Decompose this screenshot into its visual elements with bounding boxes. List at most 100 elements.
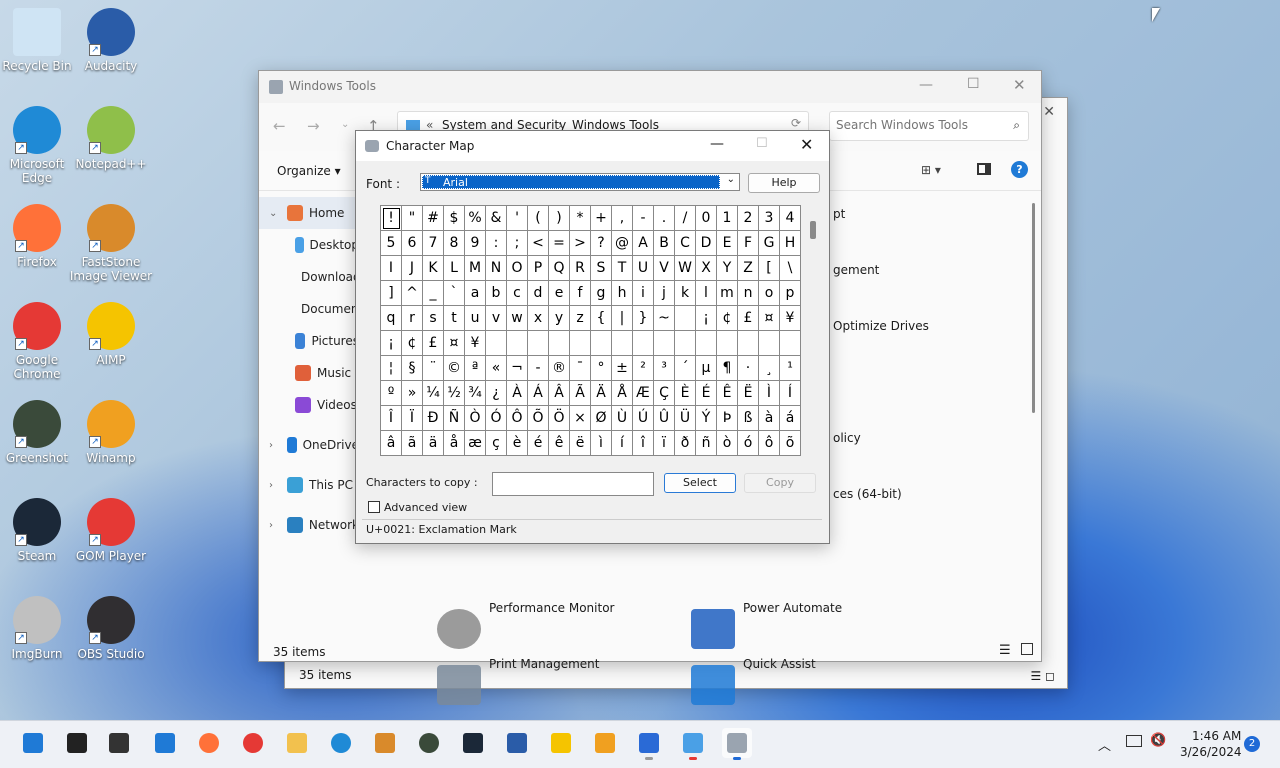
- char-cell[interactable]: ¦: [381, 356, 402, 381]
- char-cell[interactable]: &: [486, 206, 507, 231]
- char-cell[interactable]: z: [570, 306, 591, 331]
- char-cell[interactable]: ~: [654, 306, 675, 331]
- char-cell[interactable]: Þ: [717, 406, 738, 431]
- desktop-item[interactable]: ↗ ImgBurn: [0, 596, 79, 661]
- char-cell[interactable]: Ç: [654, 381, 675, 406]
- char-cell[interactable]: k: [675, 281, 696, 306]
- char-cell[interactable]: W: [675, 256, 696, 281]
- characters-to-copy-input[interactable]: [492, 472, 654, 496]
- faststone-taskbar-icon[interactable]: [370, 728, 400, 758]
- char-cell[interactable]: ·: [738, 356, 759, 381]
- char-cell[interactable]: g: [591, 281, 612, 306]
- char-cell[interactable]: ò: [717, 431, 738, 456]
- char-cell[interactable]: [507, 331, 528, 356]
- char-cell[interactable]: X: [696, 256, 717, 281]
- char-cell[interactable]: p: [780, 281, 801, 306]
- char-cell[interactable]: [549, 331, 570, 356]
- char-cell[interactable]: Â: [549, 381, 570, 406]
- char-cell[interactable]: t: [444, 306, 465, 331]
- network-tray-icon[interactable]: [1126, 735, 1142, 747]
- nav-item-document[interactable]: Documents: [259, 293, 359, 325]
- char-cell[interactable]: Q: [549, 256, 570, 281]
- char-cell[interactable]: /: [675, 206, 696, 231]
- desktop-item[interactable]: ↗ Winamp: [69, 400, 153, 465]
- aimp-taskbar-icon[interactable]: [546, 728, 576, 758]
- char-cell[interactable]: s: [423, 306, 444, 331]
- preview-pane-icon[interactable]: [977, 163, 991, 175]
- char-cell[interactable]: e: [549, 281, 570, 306]
- char-cell[interactable]: Ì: [759, 381, 780, 406]
- char-cell[interactable]: {: [591, 306, 612, 331]
- char-cell[interactable]: ": [402, 206, 423, 231]
- char-cell[interactable]: ó: [738, 431, 759, 456]
- char-cell[interactable]: ¡: [381, 331, 402, 356]
- char-cell[interactable]: Í: [780, 381, 801, 406]
- font-select[interactable]: Arial T ⌄: [420, 173, 740, 191]
- grid-scrollbar[interactable]: [810, 221, 816, 239]
- char-cell[interactable]: Ü: [675, 406, 696, 431]
- nav-item-desktop[interactable]: Desktop: [259, 229, 359, 261]
- char-cell[interactable]: 4: [780, 206, 801, 231]
- edge-taskbar-icon[interactable]: [326, 728, 356, 758]
- char-cell[interactable]: [717, 331, 738, 356]
- char-cell[interactable]: -: [633, 206, 654, 231]
- char-cell[interactable]: ¥: [465, 331, 486, 356]
- char-cell[interactable]: ': [507, 206, 528, 231]
- char-cell[interactable]: [591, 331, 612, 356]
- back-arrow-icon[interactable]: ←: [273, 117, 286, 135]
- char-cell[interactable]: ¾: [465, 381, 486, 406]
- char-cell[interactable]: ¢: [717, 306, 738, 331]
- char-cell[interactable]: ¯: [570, 356, 591, 381]
- char-cell[interactable]: [612, 331, 633, 356]
- chrome-taskbar-icon[interactable]: [238, 728, 268, 758]
- char-cell[interactable]: ñ: [696, 431, 717, 456]
- char-cell[interactable]: £: [738, 306, 759, 331]
- char-cell[interactable]: Å: [612, 381, 633, 406]
- char-cell[interactable]: ): [549, 206, 570, 231]
- char-cell[interactable]: !: [381, 206, 402, 231]
- char-cell[interactable]: j: [654, 281, 675, 306]
- organize-button[interactable]: Organize ▾: [277, 164, 341, 178]
- desktop-item[interactable]: Recycle Bin: [0, 8, 79, 73]
- char-cell[interactable]: ×: [570, 406, 591, 431]
- char-cell[interactable]: *: [570, 206, 591, 231]
- nav-item-pictures[interactable]: Pictures: [259, 325, 359, 357]
- char-cell[interactable]: »: [402, 381, 423, 406]
- start-icon[interactable]: [18, 728, 48, 758]
- widgets-icon[interactable]: [150, 728, 180, 758]
- char-cell[interactable]: c: [507, 281, 528, 306]
- maximize-button[interactable]: ☐: [967, 76, 980, 92]
- char-cell[interactable]: =: [549, 231, 570, 256]
- char-cell[interactable]: Ó: [486, 406, 507, 431]
- char-cell[interactable]: [528, 331, 549, 356]
- select-button[interactable]: Select: [664, 473, 736, 493]
- char-cell[interactable]: Ô: [507, 406, 528, 431]
- char-cell[interactable]: H: [780, 231, 801, 256]
- desktop-item[interactable]: ↗ AIMP: [69, 302, 153, 367]
- nav-item-download[interactable]: Downloads: [259, 261, 359, 293]
- char-cell[interactable]: %: [465, 206, 486, 231]
- view-options-icon[interactable]: ⊞ ▾: [921, 163, 941, 177]
- firefox-taskbar-icon[interactable]: [194, 728, 224, 758]
- desktop-item[interactable]: ↗ GOM Player: [69, 498, 153, 563]
- partial-item-label[interactable]: ces (64-bit): [833, 487, 902, 501]
- char-cell[interactable]: Ï: [402, 406, 423, 431]
- char-cell[interactable]: à: [759, 406, 780, 431]
- char-cell[interactable]: [654, 331, 675, 356]
- nav-item-this-pc[interactable]: › This PC: [259, 469, 359, 501]
- char-cell[interactable]: Ù: [612, 406, 633, 431]
- char-cell[interactable]: [675, 306, 696, 331]
- clock-time[interactable]: 1:46 AM: [1192, 729, 1241, 743]
- char-cell[interactable]: Á: [528, 381, 549, 406]
- char-cell[interactable]: w: [507, 306, 528, 331]
- char-cell[interactable]: d: [528, 281, 549, 306]
- char-cell[interactable]: Ê: [717, 381, 738, 406]
- char-cell[interactable]: Ñ: [444, 406, 465, 431]
- char-cell[interactable]: ¤: [444, 331, 465, 356]
- char-cell[interactable]: °: [591, 356, 612, 381]
- char-cell[interactable]: $: [444, 206, 465, 231]
- char-cell[interactable]: £: [423, 331, 444, 356]
- char-cell[interactable]: a: [465, 281, 486, 306]
- char-cell[interactable]: b: [486, 281, 507, 306]
- expand-chevron-right-icon[interactable]: ›: [269, 520, 273, 531]
